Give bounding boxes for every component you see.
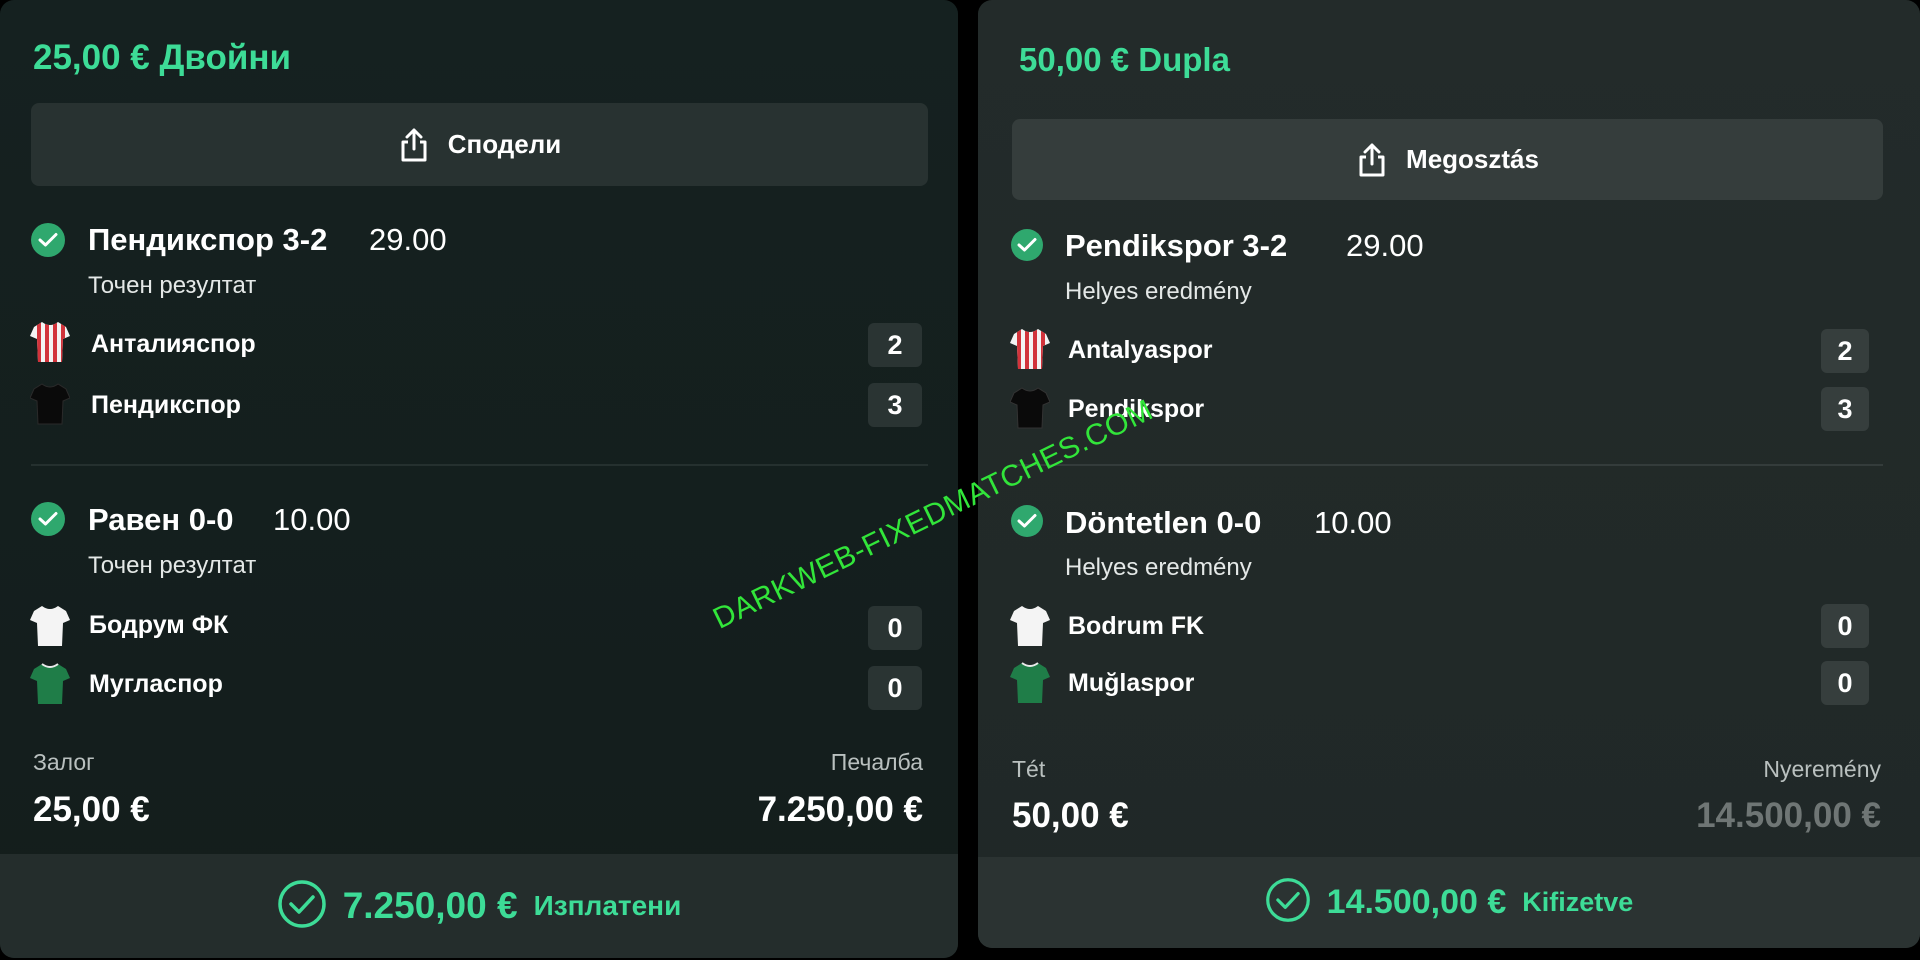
- black-jersey-icon: [29, 382, 71, 431]
- team-score: 3: [868, 383, 922, 427]
- paid-amount: 14.500,00 €: [1326, 883, 1507, 921]
- share-button[interactable]: Megosztás: [1012, 119, 1883, 200]
- green-jersey-icon: [30, 662, 70, 711]
- paid-label: Kifizetve: [1522, 887, 1634, 917]
- selection-name: Пендикспор 3-2: [88, 222, 328, 257]
- team-score: 0: [1821, 604, 1869, 648]
- selection-name: Döntetlen 0-0: [1065, 505, 1262, 540]
- team-score: 3: [1821, 387, 1869, 431]
- bet-title: 50,00 € Dupla: [1019, 41, 1230, 78]
- stake-label: Залог: [33, 749, 95, 775]
- selection-market: Точен резултат: [88, 272, 257, 299]
- selection-market: Helyes eredmény: [1065, 278, 1252, 305]
- check-circle-icon: [1265, 877, 1311, 928]
- selection-name: Pendikspor 3-2: [1065, 228, 1288, 263]
- divider: [1012, 464, 1883, 466]
- check-circle-icon: [277, 879, 327, 934]
- payout-status-bar: 14.500,00 € Kifizetve: [978, 857, 1920, 948]
- share-button[interactable]: Сподели: [31, 103, 928, 186]
- check-icon: [1011, 229, 1043, 261]
- selection-odds: 10.00: [1314, 505, 1392, 540]
- share-icon: [398, 127, 430, 163]
- divider: [31, 464, 928, 466]
- winnings-value: 7.250,00 €: [757, 790, 923, 829]
- selection-name: Равен 0-0: [88, 502, 234, 537]
- team-name: Muğlaspor: [1068, 669, 1195, 697]
- paid-label: Изплатени: [533, 890, 682, 921]
- selection-odds: 29.00: [369, 222, 447, 257]
- team-name: Pendikspor: [1068, 395, 1205, 423]
- team-score: 0: [1821, 661, 1869, 705]
- stake-value: 50,00 €: [1012, 796, 1129, 835]
- team-score: 0: [868, 666, 922, 710]
- team-name: Анталияспор: [91, 330, 256, 358]
- team-name: Бодрум ФК: [89, 611, 229, 639]
- share-label: Сподели: [447, 129, 562, 159]
- team-name: Bodrum FK: [1068, 612, 1205, 640]
- winnings-label: Nyeremény: [1763, 756, 1881, 782]
- white-jersey-icon: [1010, 604, 1050, 653]
- selection-odds: 29.00: [1346, 228, 1424, 263]
- team-name: Пендикспор: [91, 391, 241, 419]
- share-label: Megosztás: [1406, 144, 1539, 174]
- stake-value: 25,00 €: [33, 790, 150, 829]
- selection-market: Helyes eredmény: [1065, 554, 1252, 581]
- team-name: Antalyaspor: [1068, 336, 1213, 364]
- bet-slip-card-left: 25,00 € Двойни Сподели Пендикспор 3-2 29…: [0, 0, 958, 958]
- team-score: 2: [868, 323, 922, 367]
- selection-market: Точен резултат: [88, 552, 257, 579]
- paid-amount: 7.250,00 €: [342, 885, 518, 926]
- bet-title: 25,00 € Двойни: [33, 38, 292, 77]
- stake-label: Tét: [1012, 756, 1046, 782]
- green-jersey-icon: [1010, 661, 1050, 710]
- red-white-jersey-icon: [30, 320, 70, 369]
- check-icon: [31, 223, 65, 257]
- team-score: 2: [1821, 329, 1869, 373]
- white-jersey-icon: [30, 604, 70, 653]
- share-icon: [1356, 142, 1388, 178]
- team-score: 0: [868, 606, 922, 650]
- red-white-jersey-icon: [1010, 327, 1050, 376]
- check-icon: [31, 502, 65, 536]
- team-name: Мугласпор: [89, 670, 223, 698]
- payout-status-bar: 7.250,00 € Изплатени: [0, 854, 958, 958]
- selection-odds: 10.00: [273, 502, 351, 537]
- check-icon: [1011, 505, 1043, 537]
- black-jersey-icon: [1009, 386, 1051, 435]
- winnings-label: Печалба: [830, 749, 923, 775]
- winnings-value: 14.500,00 €: [1696, 796, 1881, 835]
- bet-slip-card-right: 50,00 € Dupla Megosztás Pendikspor 3-2 2…: [978, 0, 1920, 948]
